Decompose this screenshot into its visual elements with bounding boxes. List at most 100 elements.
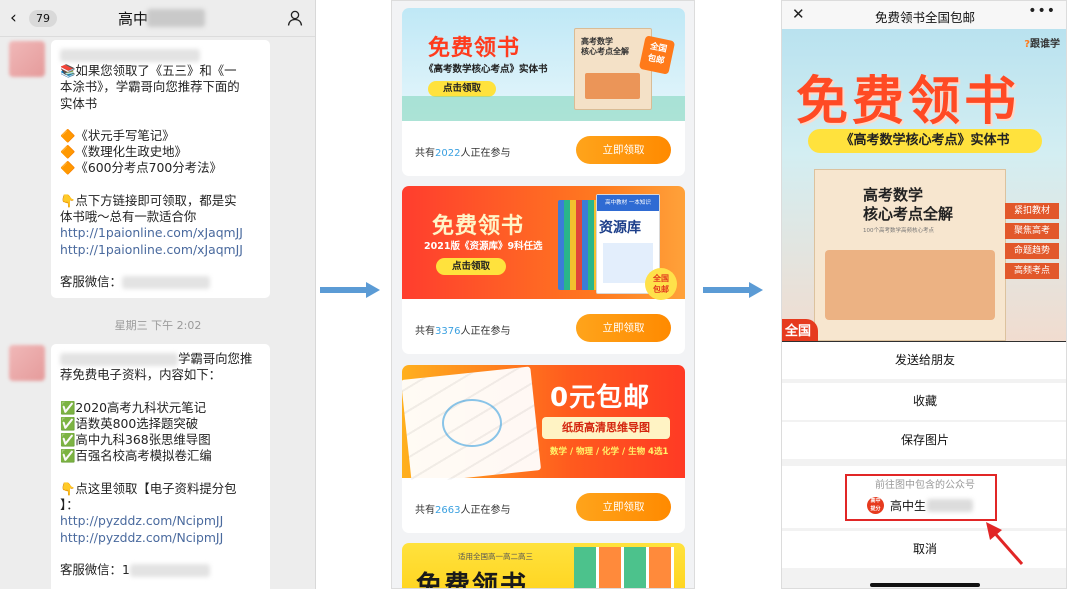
promo-banner[interactable]: 免费领书 2021版《资源库》9科任选 点击领取 高中教材 一本知识 资源库 全… [402,186,685,300]
avatar[interactable] [9,41,45,77]
message-link[interactable]: http://1paionline.com/xJaqmJJ [60,225,261,241]
promo-banner[interactable]: 免费领书 《高考数学核心考点》实体书 点击领取 高考数学 核心考点全解 全国 包… [402,8,685,121]
list-item: ✅2020高考九科状元笔记 [60,399,207,415]
save-image-button[interactable]: 保存图片 [782,422,1066,459]
promo-card[interactable]: 免费领书 《高考数学核心考点》实体书 点击领取 高考数学 核心考点全解 全国 包… [402,8,685,176]
banner-subjects: 数学 / 物理 / 化学 / 生物 4选1 [550,447,669,457]
claim-button[interactable]: 立即领取 [576,136,671,164]
count-suffix: 人正在参与 [460,505,511,516]
message-bubble: 📚如果您领取了《五三》和《一 本涂书》，学霸哥向您推荐下面的 实体书 🔶《状元手… [51,40,270,298]
book-stack-image [574,547,674,588]
brand-logo: ?跟谁学 [1024,35,1060,50]
list-item: ✅百强名校高考模拟卷汇编 [60,448,212,464]
highlight-box [845,474,997,521]
book-illustration [825,250,995,320]
banner-title: 免费领书 [428,36,521,61]
redacted-text [60,353,178,366]
banner-sub-box: 纸质高清思维导图 [542,417,670,439]
banner-title: 0元包邮 [550,383,651,413]
book-image: 高考数学 核心考点全解 100个高考数学高频核心考点 [814,169,1006,341]
count-number: 2663 [435,505,461,516]
banner-button[interactable]: 点击领取 [428,81,496,97]
count-prefix: 共有 [415,148,435,159]
count-suffix: 人正在参与 [460,148,511,159]
poster-subtitle: 《高考数学核心考点》实体书 [840,133,1010,148]
message-link[interactable]: http://pyzddz.com/NcipmJJ [60,530,261,546]
arrow-right-icon [703,282,763,298]
book-top: 高中教材 一本知识 [597,195,659,211]
count-number: 2022 [435,148,461,159]
banner-subtitle: 纸质高清思维导图 [562,421,650,434]
claim-button[interactable]: 立即领取 [576,493,671,521]
service-label: 客服微信： [60,273,122,289]
timestamp: 星期三 下午 2:02 [114,319,202,332]
card-footer: 共有2022人正在参与 立即领取 [402,126,685,176]
page-title: 免费领书全国包邮 [874,10,975,25]
service-label: 客服微信：1 [60,561,130,577]
poster-sub-box: 《高考数学核心考点》实体书 [808,129,1042,153]
count-prefix: 共有 [415,505,435,516]
book-title: 高考数学 核心考点全解 [863,186,954,223]
book-illustration [585,73,640,99]
message-text: 📚如果您领取了《五三》和《一 [60,63,237,78]
book-title: 资源库 [599,220,641,236]
message-link[interactable]: http://pyzddz.com/NcipmJJ [60,513,261,529]
count-suffix: 人正在参与 [460,326,511,337]
message-link[interactable]: http://1paionline.com/xJaqmJJ [60,242,261,258]
unread-badge[interactable]: 79 [29,10,57,27]
page-header: ✕ 免费领书全国包邮 ••• [782,1,1066,29]
tag: 聚焦高考 [1005,223,1059,239]
book-subtitle: 100个高考数学高频核心考点 [863,228,934,234]
promo-card[interactable]: 适用全国高一高二高三 免费领书 [402,543,685,588]
count-number: 3376 [435,326,461,337]
shipping-badge: 全国 [782,319,818,341]
send-to-friend-button[interactable]: 发送给朋友 [782,342,1066,379]
chevron-left-icon[interactable]: ‹ [10,8,17,28]
pointer-arrow-icon [986,522,1024,565]
participant-count: 共有2022人正在参与 [415,144,510,159]
message-text: 👇点下方链接即可领取，都是实 [60,192,237,208]
message-text: 👇点这里领取【电子资料提分包 [60,480,237,496]
message-text: 体书哦～总有一款适合你 [60,209,197,225]
participant-count: 共有3376人正在参与 [415,322,510,337]
mindmap-decoration [442,399,502,447]
promo-banner[interactable]: 0元包邮 纸质高清思维导图 数学 / 物理 / 化学 / 生物 4选1 [402,365,685,484]
avatar[interactable] [9,345,45,381]
promo-card[interactable]: 免费领书 2021版《资源库》9科任选 点击领取 高中教材 一本知识 资源库 全… [402,186,685,354]
book-image: 高考数学 核心考点全解 [574,28,652,110]
promo-banner[interactable]: 适用全国高一高二高三 免费领书 [402,543,685,588]
banner-title: 免费领书 [432,214,525,239]
list-item: 🔶《600分考点700分考法》 [60,160,222,176]
count-prefix: 共有 [415,326,435,337]
poster-image[interactable]: ?跟谁学 免费领书 《高考数学核心考点》实体书 高考数学 核心考点全解 100个… [782,29,1066,341]
list-item: ✅高中九科368张思维导图 [60,432,211,448]
banner-subtitle: 2021版《资源库》9科任选 [424,241,543,252]
tag-list: 紧扣教材 聚焦高考 命题趋势 高频考点 [1005,203,1059,279]
list-item: 🔶《状元手写笔记》 [60,127,175,143]
list-item: ✅语数英800选择题突破 [60,415,199,431]
chat-panel: ‹ 79 高中 📚如果您领取了《五三》和《一 本涂书》，学霸哥向您推荐下面的 实… [0,0,316,589]
claim-button[interactable]: 立即领取 [576,314,671,342]
redacted-text [121,275,210,289]
card-footer: 共有2663人正在参与 立即领取 [402,483,685,533]
chat-title: 高中 [118,10,149,28]
promo-card[interactable]: 0元包邮 纸质高清思维导图 数学 / 物理 / 化学 / 生物 4选1 共有26… [402,365,685,533]
more-icon[interactable]: ••• [1028,3,1056,19]
list-item: 🔶《数理化生政史地》 [60,144,187,160]
shipping-badge: 全国 包邮 [638,35,676,75]
favorite-button[interactable]: 收藏 [782,383,1066,420]
book-title: 高考数学 核心考点全解 [581,37,629,56]
promo-list-panel: 免费领书 《高考数学核心考点》实体书 点击领取 高考数学 核心考点全解 全国 包… [391,0,695,589]
banner-button[interactable]: 点击领取 [436,258,506,275]
poster-title: 免费领书 [796,72,1021,132]
participant-count: 共有2663人正在参与 [415,501,510,516]
redacted-title [147,9,205,27]
chat-header: ‹ 79 高中 [0,0,315,37]
shipping-badge: 全国 包邮 [645,268,677,300]
card-footer: 共有3376人正在参与 立即领取 [402,304,685,354]
home-indicator [870,583,980,587]
redacted-text [60,49,200,62]
brand-name: 跟谁学 [1030,39,1060,50]
tag: 命题趋势 [1005,243,1059,259]
person-icon[interactable] [286,9,304,27]
